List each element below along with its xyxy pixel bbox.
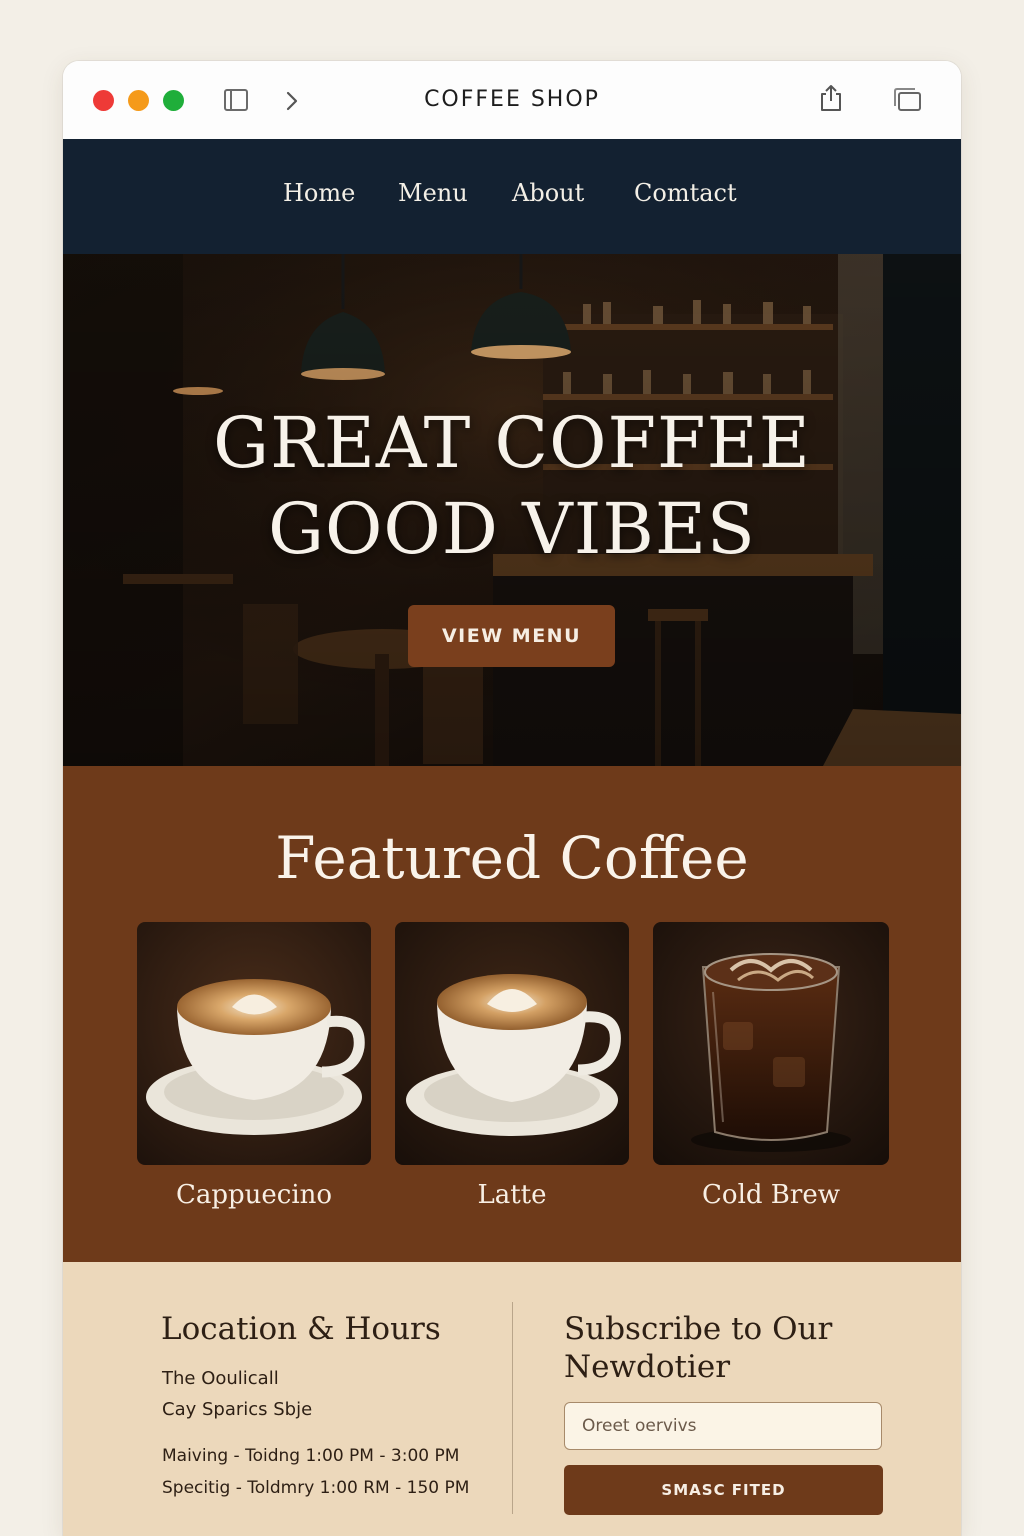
featured-title: Featured Coffee (275, 824, 749, 892)
section-divider (512, 1302, 513, 1514)
nav-item-about[interactable]: About (512, 179, 584, 207)
address-line-2: Cay Sparics Sbje (162, 1399, 313, 1420)
hero-section: GREAT COFFEE GOOD VIBES VIEW MENU (63, 254, 961, 766)
cappuccino-image[interactable] (137, 922, 371, 1165)
location-heading: Location & Hours (161, 1311, 441, 1347)
tabs-icon[interactable] (893, 86, 923, 114)
hero-headline-line-2: GOOD VIBES (268, 488, 756, 570)
nav-item-menu[interactable]: Menu (398, 179, 468, 207)
hours-line-2: Specitig - Toldmry 1:00 RM - 150 PM (162, 1478, 470, 1498)
subscribe-button[interactable]: SMASC FITED (564, 1465, 883, 1515)
latte-image[interactable] (395, 922, 629, 1165)
address-line-1: The Ooulicall (162, 1368, 279, 1389)
browser-window: COFFEE SHOP Home Menu About Comtact GREA… (63, 61, 961, 1536)
subscribe-heading: Subscribe to Our Newdotier (564, 1310, 832, 1386)
hours-line-1: Maiving - Toidng 1:00 PM - 3:00 PM (162, 1446, 460, 1466)
card-label-cappuccino: Cappuecino (175, 1180, 333, 1210)
hero-headline-line-1: GREAT COFFEE (213, 402, 811, 484)
nav-item-contact[interactable]: Comtact (634, 179, 737, 207)
nav-item-home[interactable]: Home (283, 179, 355, 207)
main-nav: Home Menu About Comtact (63, 139, 961, 254)
share-icon[interactable] (819, 83, 843, 113)
card-label-cold-brew: Cold Brew (702, 1180, 840, 1210)
cold-brew-image[interactable] (653, 922, 889, 1165)
view-menu-button[interactable]: VIEW MENU (408, 605, 615, 667)
card-label-latte: Latte (477, 1180, 547, 1210)
email-field[interactable] (564, 1402, 882, 1450)
subscribe-heading-line-1: Subscribe to Our (564, 1311, 833, 1347)
info-section: Location & Hours The Ooulicall Cay Spari… (63, 1262, 961, 1536)
featured-section: Featured Coffee Cappuecino Latte Cold Br… (63, 766, 961, 1262)
subscribe-heading-line-2: Newdotier (564, 1349, 731, 1385)
title-bar: COFFEE SHOP (63, 61, 961, 140)
